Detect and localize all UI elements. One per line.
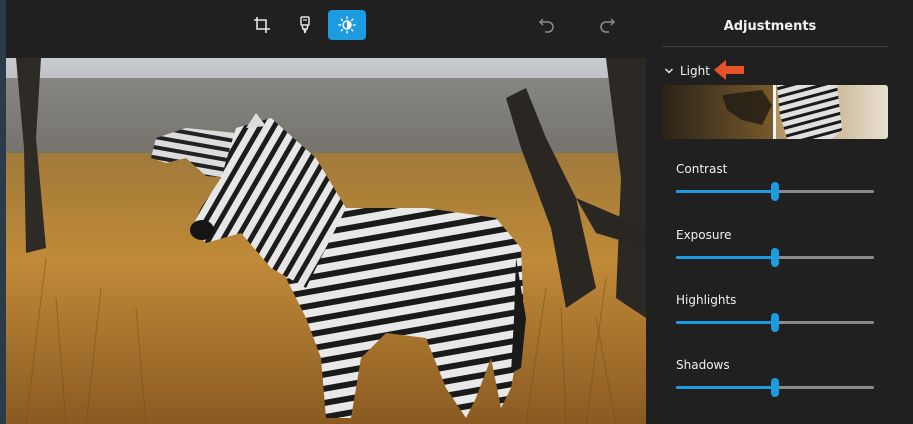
photo-editor-window: Adjustments Light Contrast Exposure High…	[0, 0, 913, 424]
zebra-photo	[6, 58, 646, 424]
slider-label: Shadows	[676, 358, 730, 372]
slider-track[interactable]	[676, 182, 874, 201]
photo-canvas[interactable]	[6, 58, 646, 424]
undo-icon	[538, 18, 554, 33]
slider-track[interactable]	[676, 313, 874, 332]
redo-button[interactable]	[588, 10, 626, 40]
slider-track[interactable]	[676, 248, 874, 267]
slider-thumb[interactable]	[771, 248, 779, 267]
adjust-button[interactable]	[328, 10, 366, 40]
slider-track[interactable]	[676, 378, 874, 397]
exposure-slider: Exposure	[676, 228, 876, 267]
contrast-slider: Contrast	[676, 162, 876, 201]
light-section-toggle[interactable]: Light	[662, 62, 710, 80]
slider-fill	[676, 321, 775, 324]
marker-icon	[300, 16, 310, 34]
adjustments-panel: Adjustments Light Contrast Exposure High…	[646, 0, 913, 424]
redo-icon	[600, 18, 616, 33]
arrow-left-icon	[714, 60, 744, 80]
crop-button[interactable]	[243, 10, 281, 40]
light-preview-strip[interactable]	[662, 85, 888, 139]
highlights-slider: Highlights	[676, 293, 876, 332]
undo-button[interactable]	[528, 10, 566, 40]
slider-fill	[676, 386, 775, 389]
slider-thumb[interactable]	[771, 378, 779, 397]
panel-divider	[662, 46, 888, 47]
slider-label: Highlights	[676, 293, 737, 307]
brightness-icon	[338, 16, 356, 34]
slider-thumb[interactable]	[771, 182, 779, 201]
panel-title: Adjustments	[723, 19, 817, 34]
crop-icon	[254, 17, 270, 33]
slider-fill	[676, 256, 775, 259]
markup-button[interactable]	[286, 10, 324, 40]
editor-toolbar	[6, 0, 646, 58]
shadows-slider: Shadows	[676, 358, 876, 397]
chevron-down-icon	[662, 64, 676, 78]
slider-label: Contrast	[676, 162, 728, 176]
slider-label: Exposure	[676, 228, 732, 242]
slider-thumb[interactable]	[771, 313, 779, 332]
preview-thumbnail	[662, 85, 888, 139]
slider-fill	[676, 190, 775, 193]
section-label: Light	[680, 64, 710, 78]
